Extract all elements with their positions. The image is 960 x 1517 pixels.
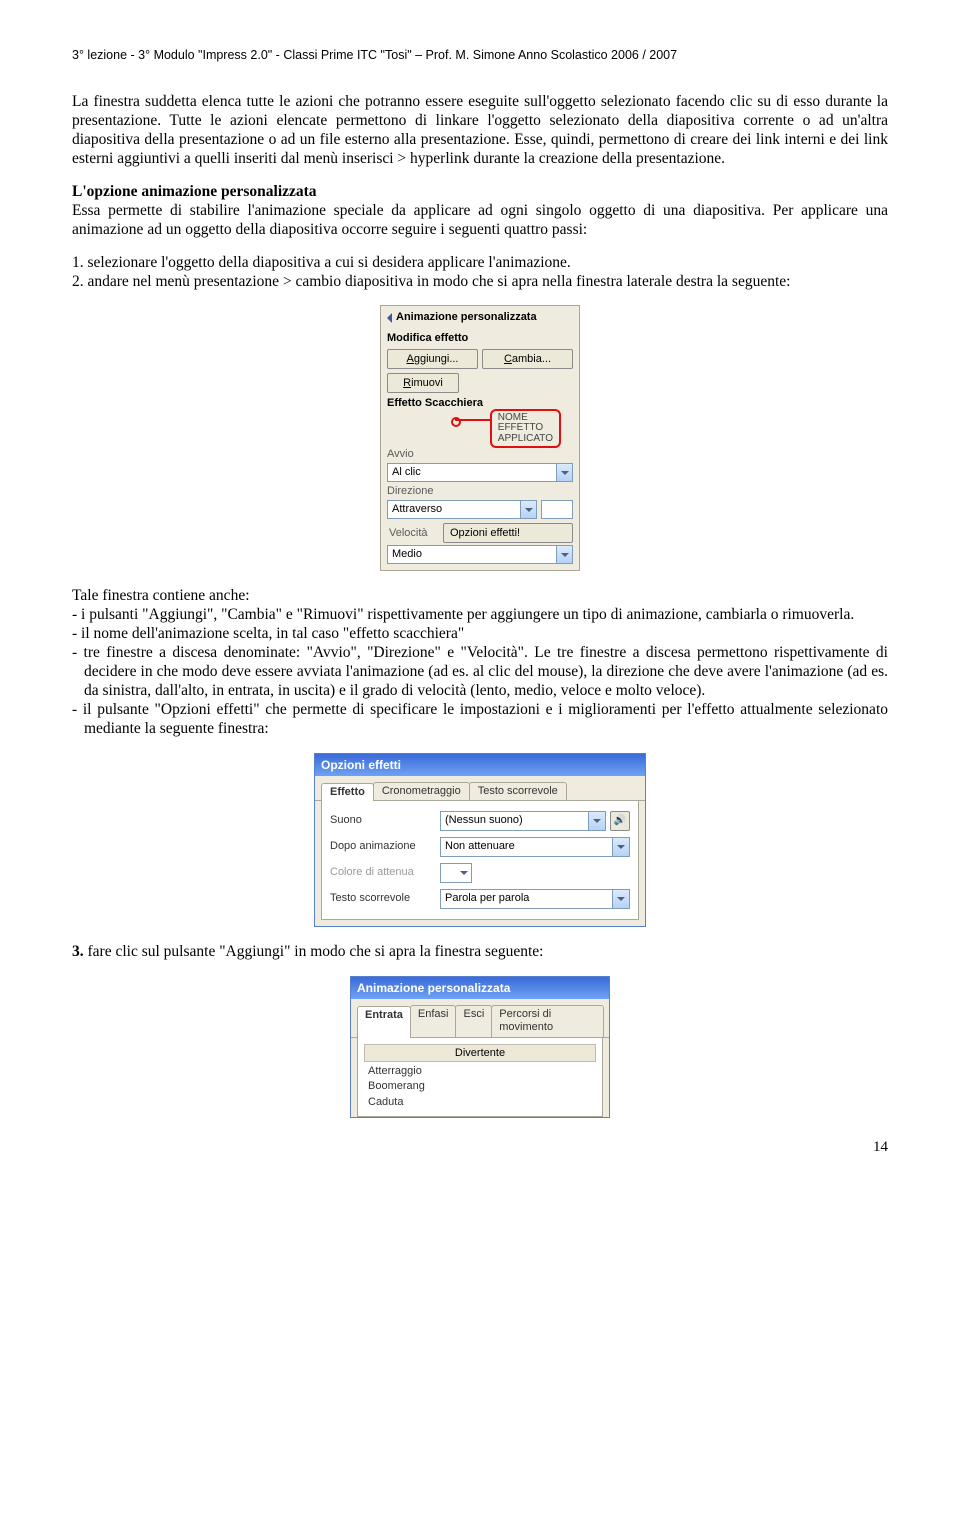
heading-opzione: L'opzione animazione personalizzata (72, 183, 317, 200)
dopo-animazione-select[interactable]: Non attenuare (440, 837, 630, 857)
callout-nome-effetto-applicato: NOME EFFETTO APPLICATO (490, 409, 561, 449)
page-number: 14 (72, 1138, 888, 1156)
dropdown-arrow-icon (520, 501, 536, 518)
direzione-value: Attraverso (388, 503, 520, 516)
panel-opzioni-effetti: Opzioni effetti Effetto Cronometraggio T… (314, 753, 646, 927)
bullet-opzioni-effetti: - il pulsante "Opzioni effetti" che perm… (72, 701, 888, 739)
velocita-select[interactable]: Medio (387, 545, 573, 564)
label-dopo-animazione: Dopo animazione (330, 840, 440, 853)
dropdown-arrow-icon (588, 812, 605, 830)
cambia-button[interactable]: Cambia... (482, 349, 573, 369)
direzione-extra-input[interactable] (541, 500, 573, 519)
bullet-nome-animazione: - il nome dell'animazione scelta, in tal… (72, 625, 888, 644)
bullet-finestre-discesa: - tre finestre a discesa denominate: "Av… (72, 644, 888, 701)
step-2: 2. andare nel menù presentazione > cambi… (72, 273, 888, 292)
effect-item-boomerang[interactable]: Boomerang (364, 1079, 596, 1094)
label-direzione: Direzione (385, 485, 575, 498)
step-3-body: fare clic sul pulsante "Aggiungi" in mod… (88, 943, 544, 960)
tab-entrata[interactable]: Entrata (357, 1006, 411, 1038)
section-opzione: L'opzione animazione personalizzata Essa… (72, 183, 888, 240)
label-velocita: Velocità (387, 527, 439, 540)
tab-esci[interactable]: Esci (455, 1005, 492, 1037)
panel-animazione-personalizzata: Animazione personalizzata Modifica effet… (380, 305, 580, 571)
suono-select[interactable]: (Nessun suono) (440, 811, 606, 831)
bullet-pulsanti: - i pulsanti "Aggiungi", "Cambia" e "Rim… (72, 606, 888, 625)
step-1: 1. selezionare l'oggetto della diapositi… (72, 254, 888, 273)
rimuovi-button[interactable]: Rimuovi (387, 373, 459, 393)
category-divertente: Divertente (364, 1044, 596, 1062)
step-3-paragraph: 3. fare clic sul pulsante "Aggiungi" in … (72, 943, 888, 962)
dropdown-arrow-icon (556, 464, 572, 481)
effect-item-caduta[interactable]: Caduta (364, 1095, 596, 1110)
tab-enfasi[interactable]: Enfasi (410, 1005, 457, 1037)
label-colore-attenua: Colore di attenua (330, 866, 440, 879)
dropdown-arrow-icon (612, 890, 629, 908)
callout-line-3: APPLICATO (498, 433, 553, 444)
label-avvio: Avvio (385, 448, 575, 461)
speaker-icon[interactable] (610, 811, 630, 831)
avvio-value: Al clic (388, 466, 556, 479)
dopo-animazione-value: Non attenuare (441, 840, 612, 853)
panel2-titlebar: Opzioni effetti (315, 754, 645, 776)
paragraph-intro: La finestra suddetta elenca tutte le azi… (72, 93, 888, 169)
callout-line-2: EFFETTO (498, 422, 543, 433)
callout-line-1: NOME (498, 412, 528, 423)
step-3-number: 3. (72, 943, 84, 960)
opzioni-effetti-button[interactable]: Opzioni effetti! (443, 523, 573, 543)
suono-value: (Nessun suono) (441, 814, 588, 827)
velocita-value: Medio (388, 548, 556, 561)
page-header: 3° lezione - 3° Modulo "Impress 2.0" - C… (72, 48, 888, 63)
aggiungi-button[interactable]: Aggiungi... (387, 349, 478, 369)
tab-percorsi[interactable]: Percorsi di movimento (491, 1005, 604, 1037)
paragraph-opzione-desc: Essa permette di stabilire l'animazione … (72, 202, 888, 238)
chevron-left-icon (387, 313, 392, 323)
tab-testo-scorrevole[interactable]: Testo scorrevole (469, 782, 567, 800)
effect-item-atterraggio[interactable]: Atterraggio (364, 1064, 596, 1079)
colore-attenua-swatch (440, 863, 472, 883)
direzione-select[interactable]: Attraverso (387, 500, 537, 519)
tab-cronometraggio[interactable]: Cronometraggio (373, 782, 470, 800)
label-suono: Suono (330, 814, 440, 827)
panel1-title: Animazione personalizzata (396, 311, 573, 324)
panel3-titlebar: Animazione personalizzata (351, 977, 609, 999)
panel-animazione-effetti-list: Animazione personalizzata Entrata Enfasi… (350, 976, 610, 1118)
testo-scorrevole-value: Parola per parola (441, 892, 612, 905)
paragraph-tale-finestra: Tale finestra contiene anche: (72, 587, 888, 606)
tab-effetto[interactable]: Effetto (321, 783, 374, 801)
label-testo-scorrevole: Testo scorrevole (330, 892, 440, 905)
dropdown-arrow-icon (556, 546, 572, 563)
testo-scorrevole-select[interactable]: Parola per parola (440, 889, 630, 909)
dropdown-arrow-icon (612, 838, 629, 856)
avvio-select[interactable]: Al clic (387, 463, 573, 482)
label-modifica-effetto: Modifica effetto (385, 332, 575, 345)
